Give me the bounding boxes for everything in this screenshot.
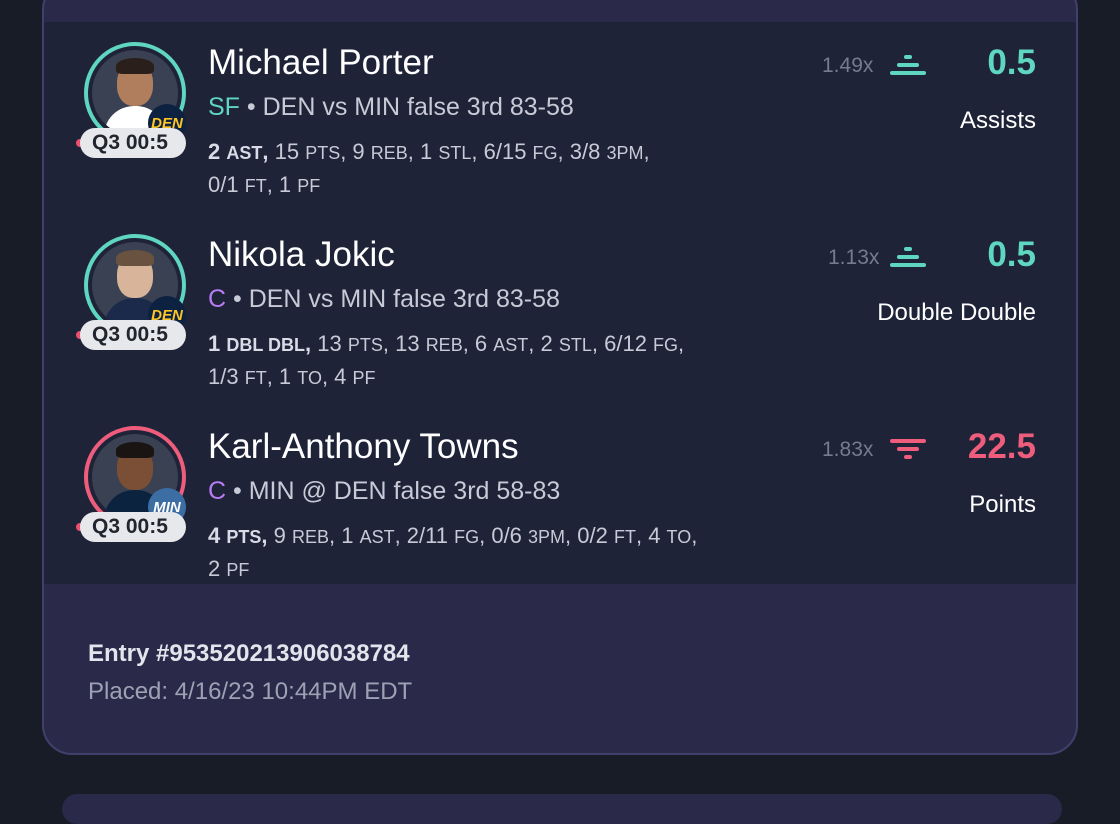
payout-multiplier: 1.83x <box>822 438 874 461</box>
stat-type-label: Double Double <box>877 299 1036 326</box>
stat-type-label: Assists <box>959 107 1036 134</box>
matchup-text: • DEN vs MIN false 3rd 83-58 <box>226 285 560 313</box>
live-stat-line: 4 PTS, 9 REB, 1 AST, 2/11 FG, 0/6 3PM, 0… <box>208 523 698 581</box>
matchup-text: • DEN vs MIN false 3rd 83-58 <box>239 93 574 121</box>
game-clock-badge: Q3 00:5 <box>80 512 186 542</box>
live-stat-line: 1 DBL DBL, 13 PTS, 13 REB, 6 AST, 2 STL,… <box>208 331 685 389</box>
player-position: SF <box>208 93 240 121</box>
player-name: Nikola Jokic <box>208 235 395 274</box>
entry-card: DEN Q3 00:5 Michael Porter SF • DEN vs M… <box>42 0 1078 755</box>
player-avatar: DEN Q3 00:5 <box>76 42 194 158</box>
player-avatar: MIN Q3 00:5 <box>76 426 194 542</box>
player-avatar: DEN Q3 00:5 <box>76 234 194 350</box>
more-direction-icon <box>890 247 926 267</box>
game-info: SF • DEN vs MIN false 3rd 83-58 <box>208 92 574 122</box>
game-info: C • DEN vs MIN false 3rd 83-58 <box>208 284 560 314</box>
projection-line: 0.5 <box>987 235 1036 274</box>
payout-multiplier: 1.13x <box>828 246 880 269</box>
game-clock-badge: Q3 00:5 <box>80 320 186 350</box>
player-position: C <box>208 477 227 505</box>
game-clock-badge: Q3 00:5 <box>80 128 186 158</box>
game-info: C • MIN @ DEN false 3rd 58-83 <box>208 476 560 506</box>
projection-line: 22.5 <box>967 427 1036 466</box>
live-stat-line: 2 AST, 15 PTS, 9 REB, 1 STL, 6/15 FG, 3/… <box>208 139 650 197</box>
pick-row-michael-porter[interactable]: DEN Q3 00:5 Michael Porter SF • DEN vs M… <box>44 32 1076 222</box>
less-direction-icon <box>890 439 926 459</box>
pick-row-karl-anthony-towns[interactable]: MIN Q3 00:5 Karl-Anthony Towns C • MIN @… <box>44 416 1076 606</box>
next-entry-card[interactable] <box>62 794 1062 824</box>
pick-row-nikola-jokic[interactable]: DEN Q3 00:5 Nikola Jokic C • DEN vs MIN … <box>44 224 1076 414</box>
projection-line: 0.5 <box>987 43 1036 82</box>
more-direction-icon <box>890 55 926 75</box>
stat-type-label: Points <box>969 491 1036 518</box>
picks-list: DEN Q3 00:5 Michael Porter SF • DEN vs M… <box>44 22 1076 584</box>
player-position: C <box>208 285 227 313</box>
player-name: Michael Porter <box>208 43 434 82</box>
payout-multiplier: 1.49x <box>822 54 874 77</box>
placed-timestamp: Placed: 4/16/23 10:44PM EDT <box>88 678 413 705</box>
entry-id: Entry #9535202139060387​84 <box>88 640 410 667</box>
player-name: Karl-Anthony Towns <box>208 427 519 466</box>
matchup-text: • MIN @ DEN false 3rd 58-83 <box>226 477 561 505</box>
